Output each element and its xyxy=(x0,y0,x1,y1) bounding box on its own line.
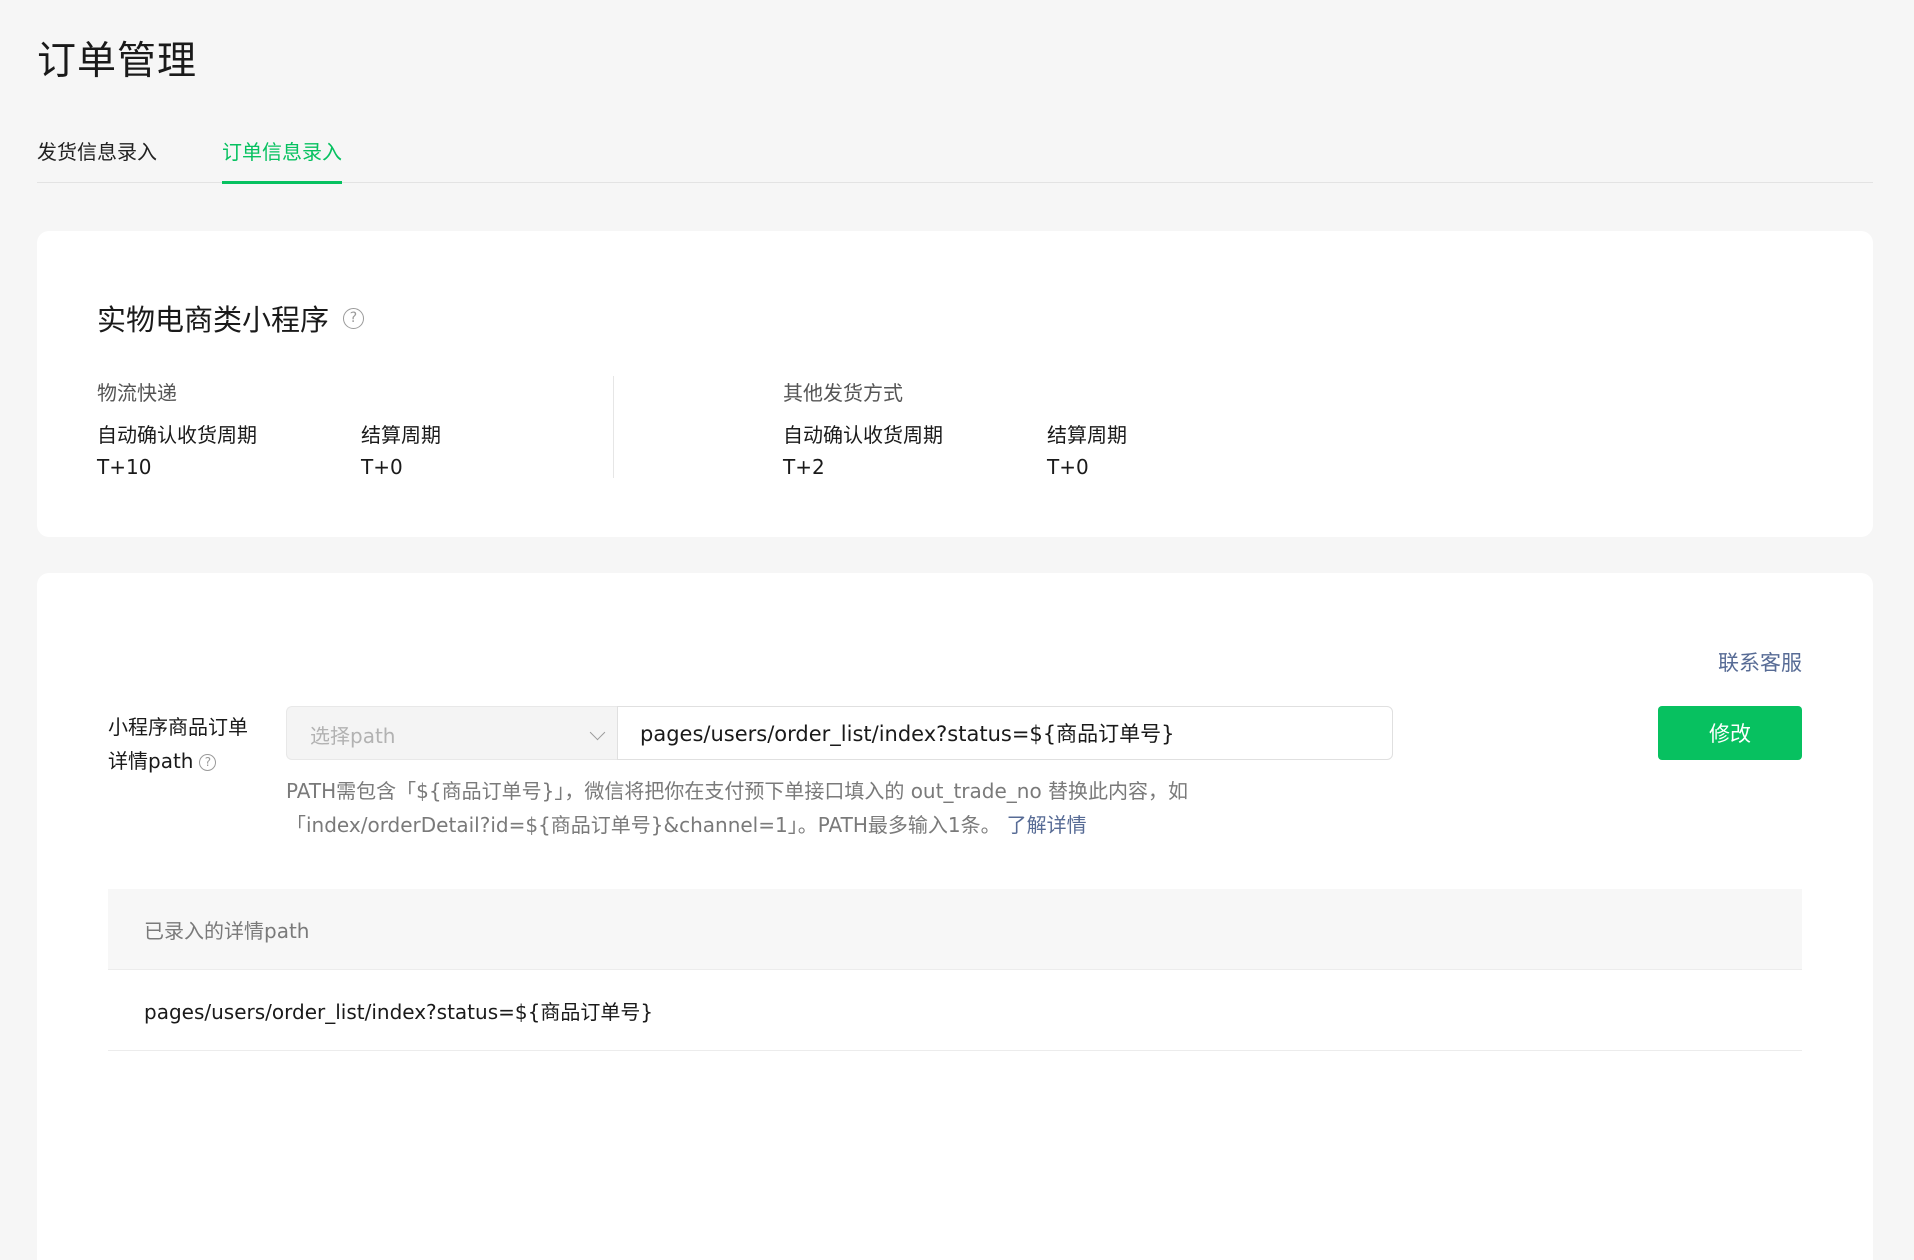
path-label-line2: 详情path xyxy=(108,749,194,773)
other-heading: 其他发货方式 xyxy=(783,381,903,405)
other-shipping-column: 其他发货方式 自动确认收货周期 T+2 结算周期 T+0 xyxy=(783,377,1127,479)
learn-more-link[interactable]: 了解详情 xyxy=(1007,813,1087,837)
express-settle-period: 结算周期 T+0 xyxy=(361,419,441,479)
other-settle-period: 结算周期 T+0 xyxy=(1047,419,1127,479)
section-title: 实物电商类小程序 ? xyxy=(97,297,365,339)
settle-period-label: 结算周期 xyxy=(361,423,441,447)
recorded-paths-table: 已录入的详情path pages/users/order_list/index?… xyxy=(108,889,1802,1051)
express-confirm-period: 自动确认收货周期 T+10 xyxy=(97,419,257,479)
settle-period-value: T+0 xyxy=(1047,455,1089,479)
tab-order-info[interactable]: 订单信息录入 xyxy=(222,136,342,184)
settle-period-value: T+0 xyxy=(361,455,403,479)
modify-button[interactable]: 修改 xyxy=(1658,706,1802,760)
tab-shipping-info[interactable]: 发货信息录入 xyxy=(37,136,157,181)
settle-period-label: 结算周期 xyxy=(1047,423,1127,447)
confirm-period-label: 自动确认收货周期 xyxy=(783,423,943,447)
path-form-row: 小程序商品订单 详情path? 选择path 修改 PATH需包含「${商品订单… xyxy=(108,706,1802,843)
path-input[interactable] xyxy=(617,706,1393,760)
question-circle-icon[interactable]: ? xyxy=(199,753,217,771)
express-shipping-column: 物流快递 自动确认收货周期 T+10 结算周期 T+0 xyxy=(97,377,441,479)
table-row: pages/users/order_list/index?status=${商品… xyxy=(108,970,1802,1051)
path-hint: PATH需包含「${商品订单号}」，微信将把你在支付预下单接口填入的 out_t… xyxy=(286,774,1376,842)
question-circle-icon[interactable]: ? xyxy=(343,307,365,329)
confirm-period-value: T+2 xyxy=(783,455,825,479)
path-select-placeholder: 选择path xyxy=(310,724,396,748)
page-title: 订单管理 xyxy=(37,39,198,84)
section-title-text: 实物电商类小程序 xyxy=(97,303,330,337)
chevron-down-icon xyxy=(589,724,606,741)
other-confirm-period: 自动确认收货周期 T+2 xyxy=(783,419,943,479)
path-field-label: 小程序商品订单 详情path? xyxy=(108,710,268,778)
path-label-line1: 小程序商品订单 xyxy=(108,715,248,739)
ecommerce-info-card: 实物电商类小程序 ? 物流快递 自动确认收货周期 T+10 结算周期 T+0 其… xyxy=(37,231,1873,537)
confirm-period-value: T+10 xyxy=(97,455,152,479)
tab-bar: 发货信息录入 订单信息录入 xyxy=(37,122,1873,184)
contact-support-link[interactable]: 联系客服 xyxy=(1718,647,1802,677)
table-header: 已录入的详情path xyxy=(108,889,1802,970)
confirm-period-label: 自动确认收货周期 xyxy=(97,423,257,447)
page: 订单管理 发货信息录入 订单信息录入 实物电商类小程序 ? 物流快递 自动确认收… xyxy=(0,0,1914,1260)
path-config-card: 联系客服 小程序商品订单 详情path? 选择path 修改 PATH需包含「$… xyxy=(37,573,1873,1260)
path-select[interactable]: 选择path xyxy=(286,706,617,760)
column-divider xyxy=(613,376,614,478)
express-heading: 物流快递 xyxy=(97,381,177,405)
